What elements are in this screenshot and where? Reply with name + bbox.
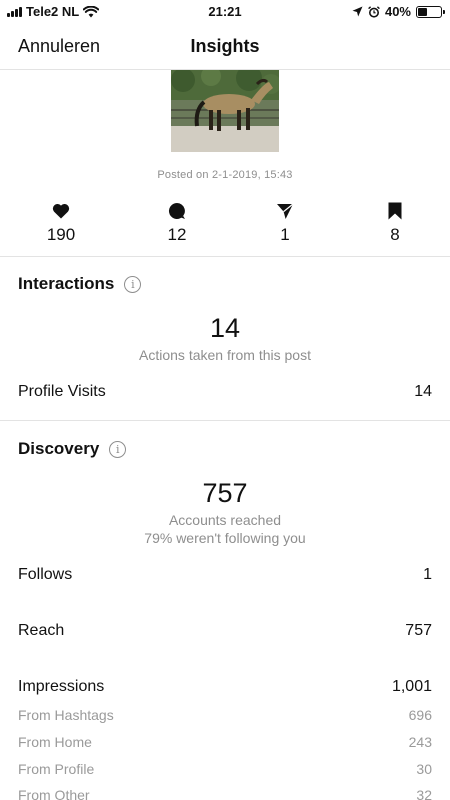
- profile-visits-label: Profile Visits: [18, 383, 106, 400]
- bookmark-icon: [388, 202, 402, 220]
- comments-stat: 12: [147, 200, 207, 245]
- follows-row: Follows 1: [18, 566, 432, 584]
- shares-stat: 1: [255, 200, 315, 245]
- accounts-reached-total: 757: [202, 478, 248, 508]
- post-thumbnail: [171, 70, 279, 152]
- battery-percent: 40%: [384, 4, 411, 19]
- interactions-title: Interactions: [18, 274, 115, 293]
- impression-source-row: From Home 243: [18, 734, 432, 750]
- impressions-label: Impressions: [18, 678, 105, 695]
- shares-count: 1: [280, 225, 290, 244]
- likes-stat: 190: [31, 200, 91, 245]
- location-icon: [352, 6, 363, 17]
- status-bar: Tele2 NL 21:21 40%: [0, 0, 450, 24]
- status-right: 40%: [352, 4, 445, 19]
- profile-visits-value: 14: [414, 383, 432, 400]
- alarm-icon: [368, 5, 380, 18]
- source-label: From Profile: [18, 761, 95, 777]
- share-icon: [277, 203, 294, 219]
- discovery-title: Discovery: [18, 439, 100, 458]
- horse-photo: [171, 70, 279, 152]
- divider: [0, 420, 450, 421]
- nav-bar: Annuleren Insights: [0, 24, 450, 70]
- not-following-label: 79% weren't following you: [144, 530, 306, 546]
- source-label: From Hashtags: [18, 707, 114, 723]
- saves-count: 8: [390, 225, 400, 244]
- comments-count: 12: [167, 225, 187, 244]
- interactions-total-label: Actions taken from this post: [139, 347, 311, 363]
- comment-icon: [168, 202, 185, 219]
- reach-value: 757: [405, 622, 432, 639]
- reach-row: Reach 757: [18, 622, 432, 640]
- follows-label: Follows: [18, 566, 73, 583]
- source-value: 30: [416, 761, 432, 777]
- post-stats: 190 12 1 8: [0, 200, 450, 250]
- interactions-total: 14: [209, 313, 241, 343]
- discovery-header: Discovery i: [18, 439, 127, 459]
- battery-icon: [416, 5, 445, 18]
- source-value: 243: [408, 734, 432, 750]
- heart-icon: [52, 203, 70, 219]
- posted-date: Posted on 2-1-2019, 15:43: [157, 169, 293, 181]
- likes-count: 190: [46, 225, 76, 244]
- source-value: 696: [408, 707, 432, 723]
- follows-value: 1: [423, 566, 432, 583]
- impressions-value: 1,001: [391, 678, 432, 695]
- info-icon[interactable]: i: [109, 440, 127, 458]
- source-label: From Home: [18, 734, 92, 750]
- impression-source-row: From Profile 30: [18, 761, 432, 777]
- source-value: 32: [416, 787, 432, 800]
- reach-label: Reach: [18, 622, 65, 639]
- divider: [0, 256, 450, 257]
- accounts-reached-label: Accounts reached: [168, 512, 282, 528]
- interactions-header: Interactions i: [18, 274, 142, 294]
- impression-source-row: From Other 32: [18, 787, 432, 800]
- saves-stat: 8: [365, 200, 425, 245]
- cancel-button[interactable]: Annuleren: [18, 36, 100, 57]
- info-icon[interactable]: i: [124, 275, 142, 293]
- source-label: From Other: [18, 787, 90, 800]
- impressions-row: Impressions 1,001: [18, 678, 432, 696]
- profile-visits-row: Profile Visits 14: [18, 383, 432, 401]
- impression-source-row: From Hashtags 696: [18, 707, 432, 723]
